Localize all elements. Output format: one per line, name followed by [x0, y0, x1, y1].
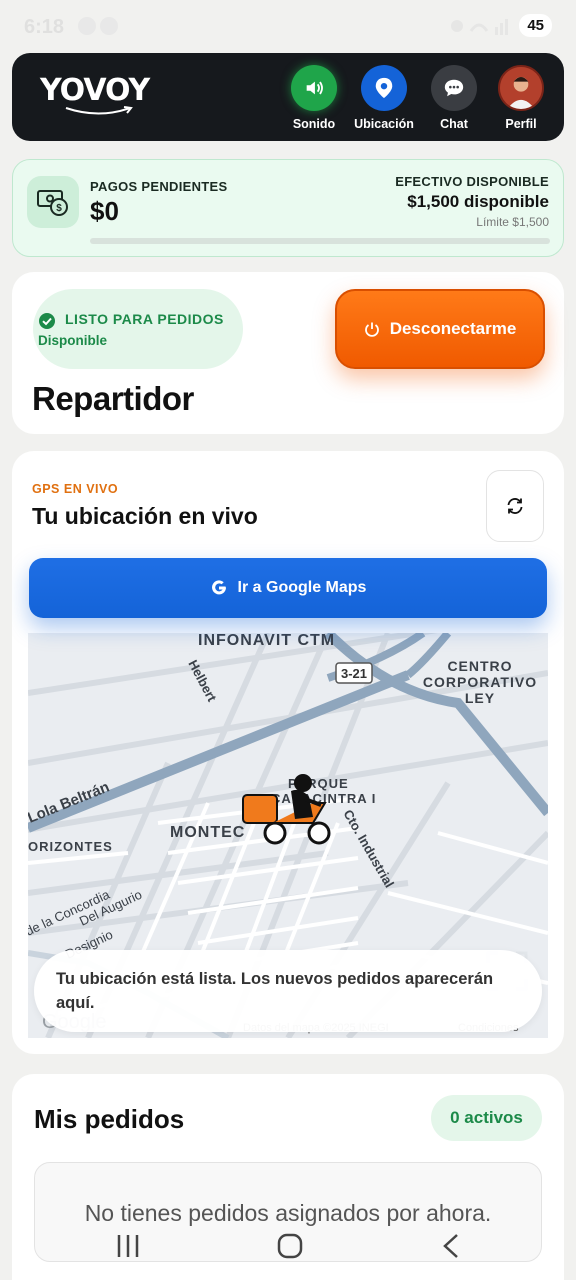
- avatar: [498, 65, 544, 111]
- speaker-icon: [291, 65, 337, 111]
- map-label-infonavit: INFONAVIT CTM: [198, 633, 335, 649]
- disconnect-label: Desconectarme: [389, 319, 517, 338]
- active-orders-badge: 0 activos: [431, 1095, 542, 1141]
- chat-label: Chat: [440, 117, 468, 131]
- status-time: 6:18: [24, 16, 65, 38]
- sonido-button[interactable]: Sonido: [282, 65, 346, 131]
- system-nav-bar: [117, 1233, 458, 1259]
- back-icon[interactable]: [443, 1234, 458, 1258]
- driver-status-card: LISTO PARA PEDIDOS Disponible Desconecta…: [12, 272, 564, 434]
- power-icon: [364, 322, 379, 337]
- status-right: 45: [451, 14, 552, 37]
- map-label-montec: MONTEC: [170, 824, 245, 841]
- map-label-centro: CENTRO: [447, 658, 512, 674]
- road-shield-label: 3-21: [341, 666, 367, 681]
- disconnect-button[interactable]: Desconectarme: [335, 289, 545, 369]
- perfil-label: Perfil: [505, 117, 537, 131]
- ready-status-sub: Disponible: [38, 333, 108, 348]
- gps-live-label: GPS EN VIVO: [32, 482, 119, 496]
- payments-card: $ PAGOS PENDIENTES $0 EFECTIVO DISPONIBL…: [12, 159, 564, 257]
- google-g-icon: [211, 580, 226, 595]
- gps-title: Tu ubicación en vivo: [32, 503, 258, 529]
- cash-icon: $: [27, 176, 79, 228]
- role-title: Repartidor: [32, 380, 194, 417]
- cash-progress-bar: [90, 238, 550, 244]
- map-label-corporativo: CORPORATIVO: [423, 674, 537, 690]
- gps-card: GPS EN VIVO Tu ubicación en vivo Ir a Go…: [12, 451, 564, 1054]
- pending-payments-title: PAGOS PENDIENTES: [90, 179, 228, 194]
- refresh-icon: [507, 498, 523, 514]
- map-label-ley: LEY: [465, 690, 495, 706]
- home-icon[interactable]: [277, 1233, 303, 1259]
- status-bar: 6:18 45: [0, 0, 576, 52]
- pending-payments-value: $0: [90, 196, 119, 226]
- svg-text:$: $: [56, 203, 62, 214]
- cash-available-value: $1,500 disponible: [407, 192, 549, 211]
- google-maps-label: Ir a Google Maps: [237, 579, 367, 596]
- map-label-horizontes: ORIZONTES: [28, 839, 113, 854]
- ubicacion-label: Ubicación: [354, 117, 414, 131]
- check-circle-icon: [39, 313, 55, 329]
- notification-icons: [78, 17, 138, 37]
- chat-button[interactable]: Chat: [422, 65, 486, 131]
- logo-smile-icon: [65, 106, 133, 115]
- orders-title: Mis pedidos: [34, 1104, 185, 1134]
- chat-bubble-icon: [431, 65, 477, 111]
- location-ready-toast: Tu ubicación está lista. Los nuevos pedi…: [34, 950, 542, 1032]
- ready-status-badge: LISTO PARA PEDIDOS Disponible: [33, 289, 243, 369]
- cash-available-title: EFECTIVO DISPONIBLE: [395, 174, 549, 189]
- google-maps-button[interactable]: Ir a Google Maps: [29, 558, 547, 618]
- perfil-button[interactable]: Perfil: [489, 65, 553, 131]
- cash-limit: Límite $1,500: [476, 215, 549, 229]
- ubicacion-button[interactable]: Ubicación: [352, 65, 416, 131]
- ready-status-title: LISTO PARA PEDIDOS: [65, 311, 224, 327]
- sonido-label: Sonido: [292, 117, 336, 131]
- app-header: YOVOY Sonido Ubicación Chat Perfil: [12, 53, 564, 141]
- refresh-location-button[interactable]: [486, 470, 544, 542]
- recent-apps-icon[interactable]: [117, 1235, 139, 1257]
- location-pin-icon: [361, 65, 407, 111]
- signal-icon: [451, 18, 509, 35]
- app-logo: YOVOY: [40, 73, 150, 108]
- battery-indicator: 45: [519, 14, 552, 37]
